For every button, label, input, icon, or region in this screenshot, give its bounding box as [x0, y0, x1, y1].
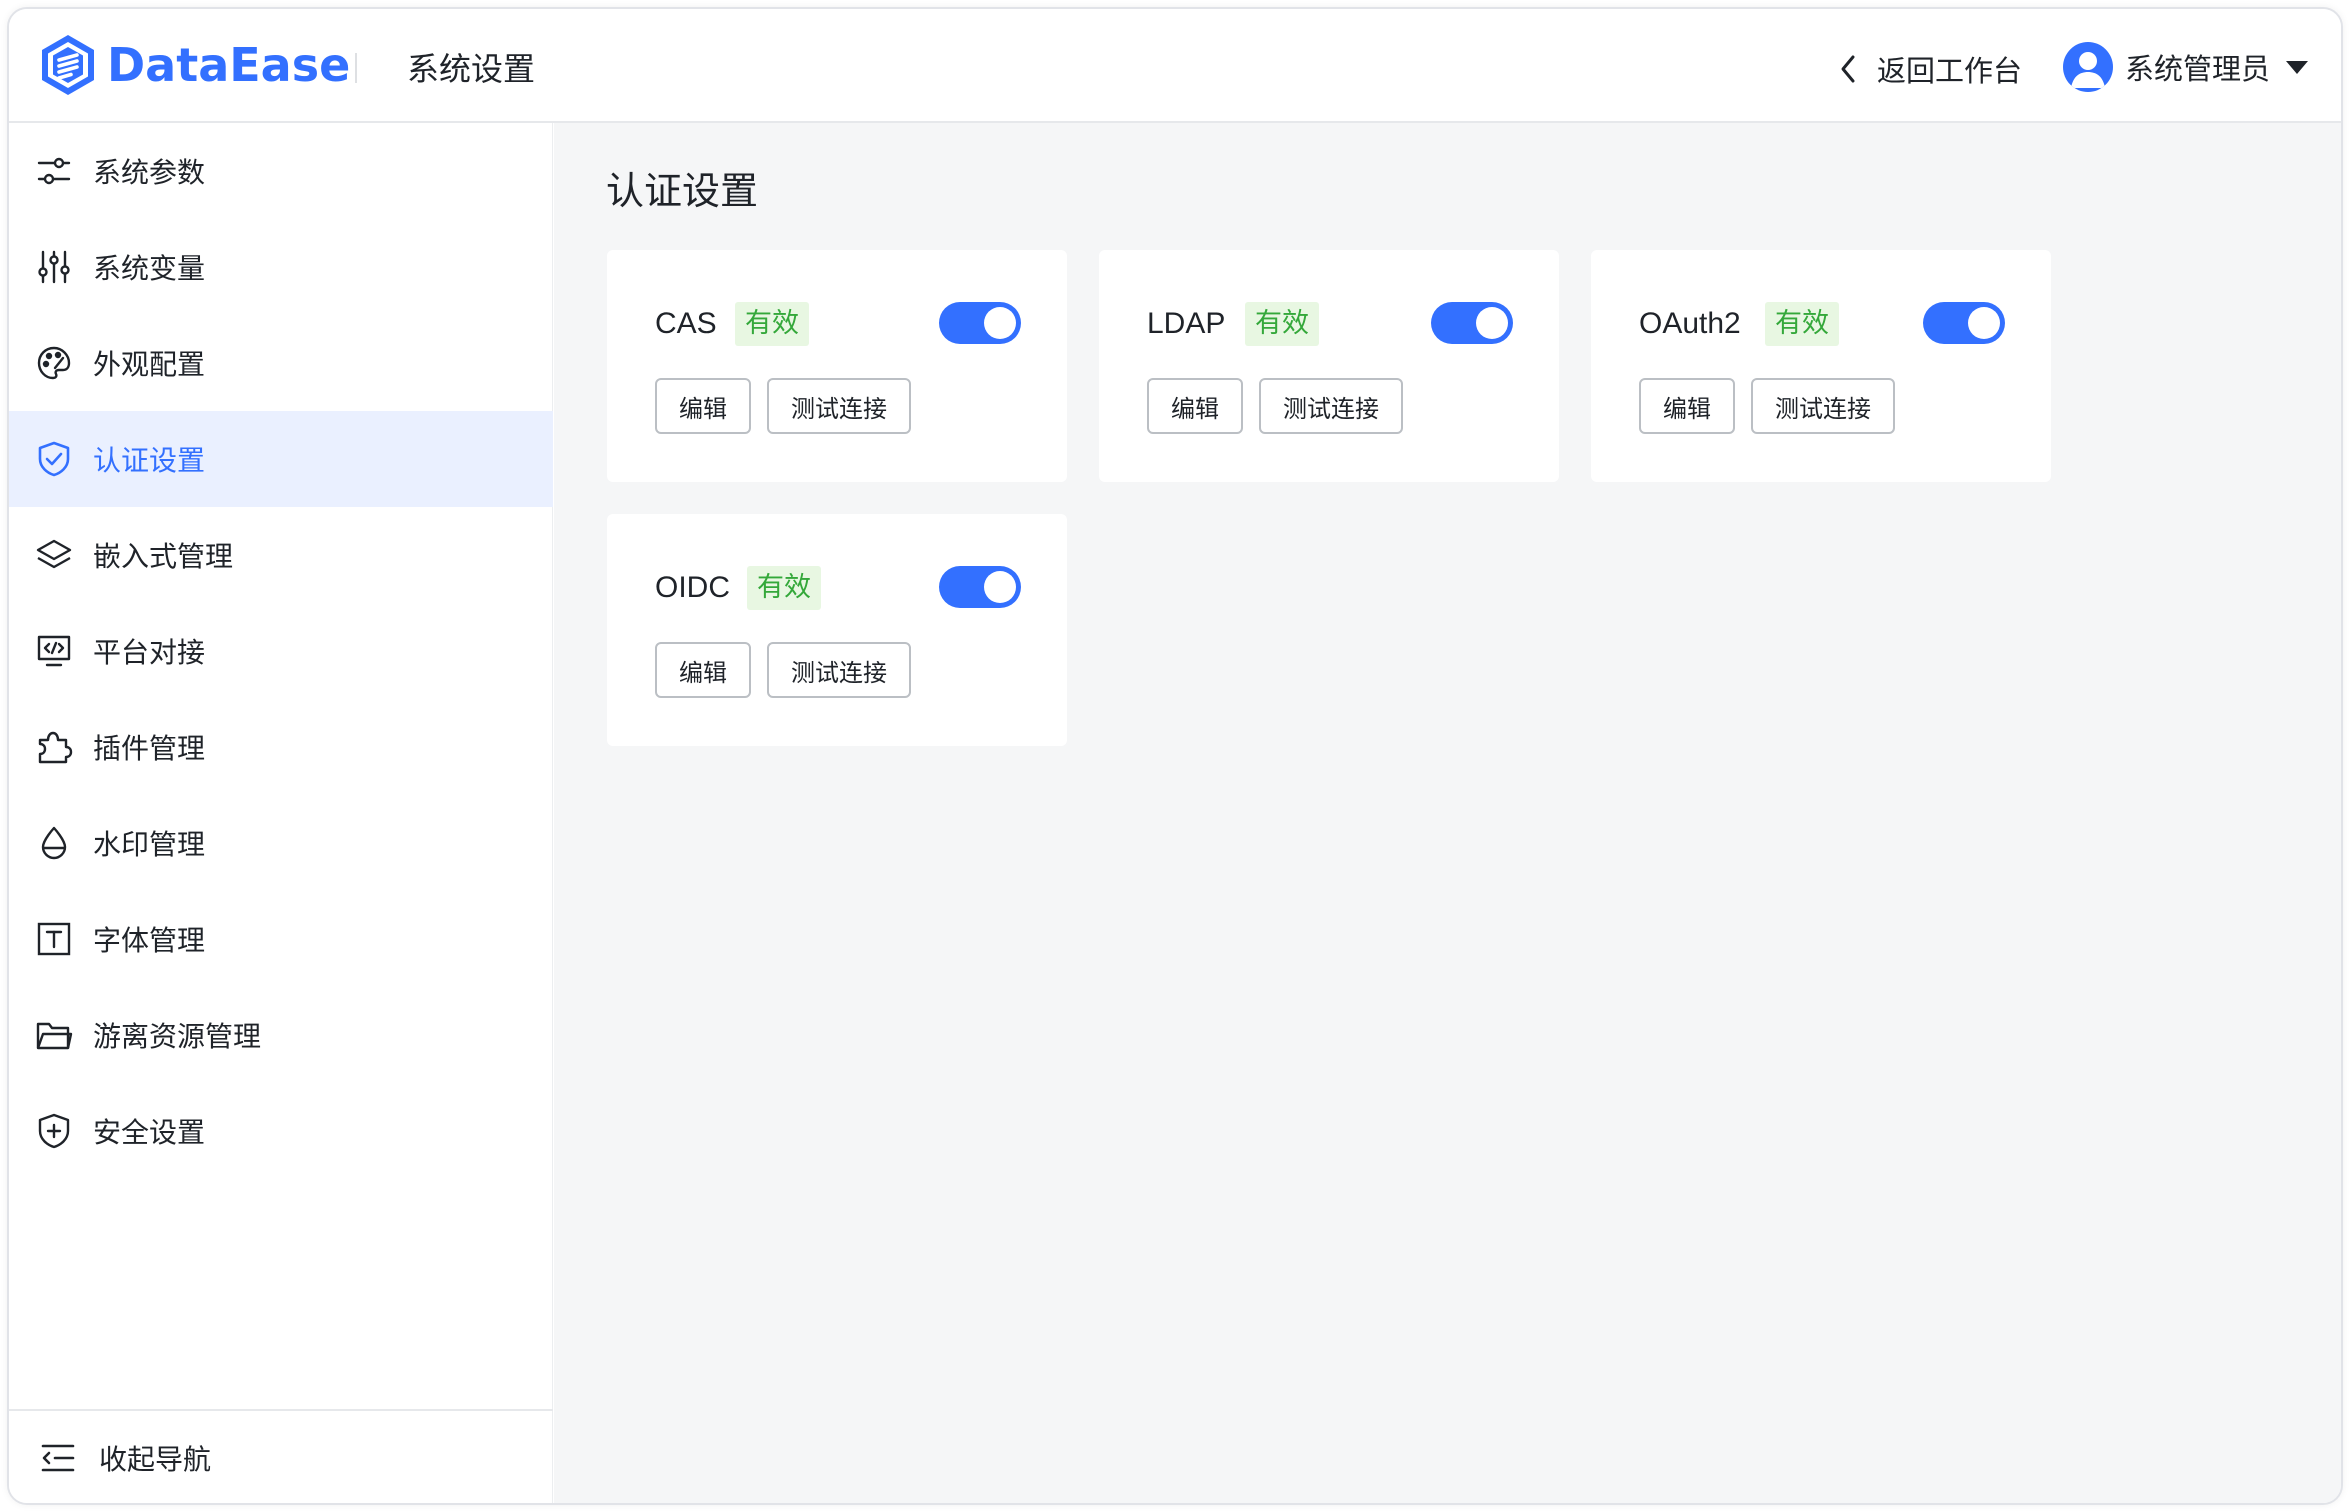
auth-card-oauth2: OAuth2 有效 编辑 测试连接: [1591, 250, 2051, 482]
back-link-label: 返回工作台: [1877, 54, 2023, 88]
shield-check-icon: [38, 441, 70, 477]
auth-card-cas: CAS 有效 编辑 测试连接: [607, 250, 1067, 482]
sidebar-item-label: 字体管理: [93, 924, 206, 957]
sidebar-item-plugins[interactable]: 插件管理: [9, 699, 553, 795]
sidebar-item-auth-settings[interactable]: 认证设置: [9, 411, 553, 507]
status-badge: 有效: [747, 566, 821, 610]
toggle-knob: [1476, 307, 1508, 339]
logo[interactable]: DataEase: [37, 33, 350, 97]
enable-toggle[interactable]: [939, 302, 1021, 344]
collapse-nav-button[interactable]: 收起导航: [9, 1409, 553, 1503]
auth-card-ldap: LDAP 有效 编辑 测试连接: [1099, 250, 1559, 482]
page-header-title: 系统设置: [407, 50, 536, 88]
chevron-left-icon: [1841, 55, 1855, 83]
user-avatar-icon: [2071, 52, 2105, 88]
sidebar-item-label: 系统变量: [93, 252, 206, 285]
auth-card-name: LDAP: [1147, 307, 1226, 340]
edit-button[interactable]: 编辑: [655, 642, 751, 698]
sidebar-item-orphan-resources[interactable]: 游离资源管理: [9, 987, 553, 1083]
top-header: DataEase 系统设置 返回工作台 系统管理员: [9, 9, 2341, 123]
dataease-logo-icon: [42, 35, 94, 95]
sidebar-item-label: 认证设置: [93, 444, 206, 477]
sidebar-item-label: 水印管理: [93, 828, 206, 861]
sidebar-item-platform[interactable]: 平台对接: [9, 603, 553, 699]
user-name: 系统管理员: [2125, 52, 2271, 86]
sidebar-item-label: 安全设置: [93, 1116, 206, 1149]
toggle-knob: [984, 307, 1016, 339]
sidebar-item-appearance[interactable]: 外观配置: [9, 315, 553, 411]
sidebar-item-watermark[interactable]: 水印管理: [9, 795, 553, 891]
sliders-icon: [37, 157, 71, 185]
puzzle-icon: [38, 731, 73, 764]
test-connection-button[interactable]: 测试连接: [767, 378, 911, 434]
page-title: 认证设置: [606, 169, 759, 213]
auth-card-name: OAuth2: [1639, 307, 1741, 340]
drop-icon: [41, 826, 67, 860]
edit-button[interactable]: 编辑: [1639, 378, 1735, 434]
test-connection-button[interactable]: 测试连接: [1259, 378, 1403, 434]
sidebar-item-label: 系统参数: [93, 156, 206, 189]
collapse-nav-label: 收起导航: [99, 1443, 212, 1476]
folder-icon: [36, 1022, 73, 1050]
sidebar-item-label: 嵌入式管理: [93, 540, 234, 573]
sidebar-item-label: 平台对接: [93, 636, 206, 669]
auth-card-name: CAS: [655, 307, 717, 340]
user-menu[interactable]: 系统管理员: [2063, 37, 2310, 97]
sidebar-item-embedded[interactable]: 嵌入式管理: [9, 507, 553, 603]
status-badge: 有效: [1245, 302, 1319, 346]
app-window: DataEase 系统设置 返回工作台 系统管理员 系统参数 系统变量 外观配置…: [7, 7, 2343, 1505]
font-icon: [37, 922, 71, 956]
toggle-knob: [1968, 307, 2000, 339]
tune-icon: [38, 250, 70, 284]
enable-toggle[interactable]: [939, 566, 1021, 608]
palette-icon: [37, 346, 71, 380]
sidebar-item-label: 游离资源管理: [93, 1020, 262, 1053]
toggle-knob: [984, 571, 1016, 603]
enable-toggle[interactable]: [1923, 302, 2005, 344]
edit-button[interactable]: 编辑: [655, 378, 751, 434]
enable-toggle[interactable]: [1431, 302, 1513, 344]
sidebar-item-label: 插件管理: [93, 732, 206, 765]
sidebar-item-system-variables[interactable]: 系统变量: [9, 219, 553, 315]
sidebar-nav: 系统参数 系统变量 外观配置 认证设置 嵌入式管理 平台对接 插件管理 水印管理…: [9, 123, 553, 1503]
code-screen-icon: [37, 635, 71, 667]
test-connection-button[interactable]: 测试连接: [767, 642, 911, 698]
logo-text: DataEase: [107, 38, 351, 92]
layers-icon: [36, 539, 72, 569]
auth-card-oidc: OIDC 有效 编辑 测试连接: [607, 514, 1067, 746]
test-connection-button[interactable]: 测试连接: [1751, 378, 1895, 434]
sidebar-item-fonts[interactable]: 字体管理: [9, 891, 553, 987]
shield-plus-icon: [38, 1113, 70, 1149]
header-divider: [355, 53, 357, 83]
sidebar-item-system-params[interactable]: 系统参数: [9, 123, 553, 219]
sidebar-item-security[interactable]: 安全设置: [9, 1083, 553, 1179]
caret-down-icon: [2286, 61, 2309, 74]
sidebar-item-label: 外观配置: [93, 348, 206, 381]
status-badge: 有效: [735, 302, 809, 346]
auth-card-name: OIDC: [655, 571, 730, 604]
avatar: [2063, 42, 2113, 92]
edit-button[interactable]: 编辑: [1147, 378, 1243, 434]
status-badge: 有效: [1765, 302, 1839, 346]
main-content: 认证设置 CAS 有效 编辑 测试连接 LDAP 有效 编辑 测试连接 OAut…: [554, 123, 2341, 1503]
collapse-menu-icon: [41, 1444, 75, 1472]
back-to-workbench-link[interactable]: 返回工作台: [1835, 45, 2022, 93]
